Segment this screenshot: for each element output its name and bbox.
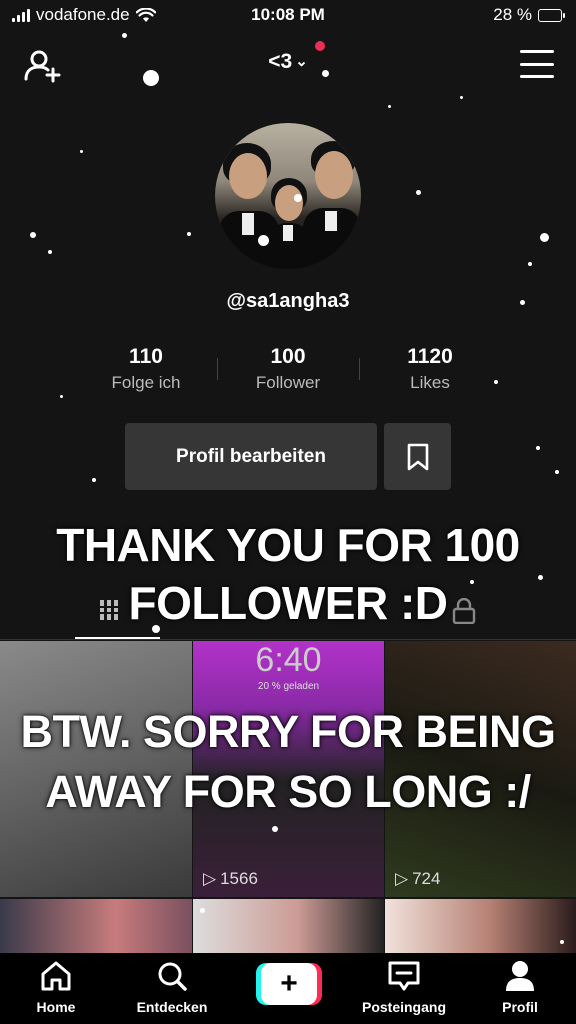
nav-label: Profil bbox=[502, 999, 538, 1015]
play-icon: ▷ bbox=[203, 869, 217, 888]
stat-following[interactable]: 110 Folge ich bbox=[75, 344, 217, 400]
active-tab-indicator bbox=[75, 637, 160, 639]
profile-stats: 110 Folge ich 100 Follower 1120 Likes bbox=[75, 344, 501, 400]
home-icon bbox=[41, 961, 71, 991]
edit-profile-button[interactable]: Profil bearbeiten bbox=[125, 423, 377, 490]
favorites-button[interactable] bbox=[384, 423, 451, 490]
menu-icon[interactable] bbox=[520, 50, 554, 78]
battery-icon bbox=[538, 8, 565, 22]
stat-value: 100 bbox=[270, 345, 306, 368]
stat-likes[interactable]: 1120 Likes bbox=[359, 344, 501, 400]
nav-label: Home bbox=[36, 999, 76, 1015]
stat-value: 1120 bbox=[407, 345, 453, 368]
lockscreen-subtitle: 20 % geladen bbox=[257, 681, 320, 692]
video-tile[interactable] bbox=[0, 899, 192, 953]
bottom-nav: Home Entdecken + Posteingang Profil bbox=[0, 953, 576, 1024]
nav-inbox[interactable]: Posteingang bbox=[354, 959, 454, 1015]
account-name: <3 bbox=[268, 50, 293, 73]
overlay-caption-top: THANK YOU FOR 100 FOLLOWER :D bbox=[0, 516, 576, 632]
stat-label: Folge ich bbox=[111, 373, 181, 392]
profile-screen: vodafone.de 10:08 PM 28 % <3 ⌄ @sa1angha… bbox=[0, 0, 576, 1024]
search-icon bbox=[158, 962, 187, 991]
overlay-caption-bottom: BTW. SORRY FOR BEING AWAY FOR SO LONG :/ bbox=[0, 702, 576, 822]
view-count: ▷ 1566 bbox=[203, 869, 258, 889]
stat-label: Follower bbox=[255, 373, 321, 392]
nav-discover[interactable]: Entdecken bbox=[122, 959, 222, 1015]
username: @sa1angha3 bbox=[226, 290, 350, 312]
caption-line: BTW. SORRY FOR BEING bbox=[20, 706, 556, 757]
stat-label: Likes bbox=[410, 373, 450, 392]
notification-dot bbox=[315, 41, 325, 51]
video-tile[interactable] bbox=[385, 899, 576, 953]
view-count: ▷ 724 bbox=[395, 869, 440, 889]
caption-line: THANK YOU FOR 100 bbox=[56, 519, 520, 571]
lockscreen-time: 6:40 bbox=[255, 641, 322, 679]
status-time: 10:08 PM bbox=[251, 5, 325, 24]
top-nav: <3 ⌄ bbox=[0, 40, 576, 90]
battery-status: 28 % bbox=[493, 5, 565, 25]
plus-icon: + bbox=[261, 963, 317, 1005]
play-icon: ▷ bbox=[395, 869, 409, 888]
account-switcher[interactable]: <3 ⌄ bbox=[0, 50, 576, 74]
nav-label: Entdecken bbox=[136, 999, 208, 1015]
stat-value: 110 bbox=[129, 345, 163, 368]
video-tile[interactable] bbox=[193, 899, 384, 953]
nav-home[interactable]: Home bbox=[6, 959, 106, 1015]
battery-percent: 28 % bbox=[493, 5, 532, 24]
create-button[interactable]: + bbox=[256, 963, 322, 1005]
nav-label: Posteingang bbox=[361, 999, 446, 1015]
view-count-value: 1566 bbox=[220, 869, 258, 888]
caption-line: FOLLOWER :D bbox=[128, 577, 449, 629]
status-bar: vodafone.de 10:08 PM 28 % bbox=[0, 0, 576, 32]
inbox-icon bbox=[388, 961, 420, 991]
nav-profile[interactable]: Profil bbox=[470, 959, 570, 1015]
bookmark-icon bbox=[407, 443, 428, 470]
avatar[interactable] bbox=[215, 123, 361, 269]
profile-icon bbox=[506, 961, 534, 991]
caption-line: AWAY FOR SO LONG :/ bbox=[45, 766, 531, 817]
stat-followers[interactable]: 100 Follower bbox=[217, 344, 359, 400]
chevron-down-icon: ⌄ bbox=[295, 53, 308, 70]
view-count-value: 724 bbox=[412, 869, 441, 888]
